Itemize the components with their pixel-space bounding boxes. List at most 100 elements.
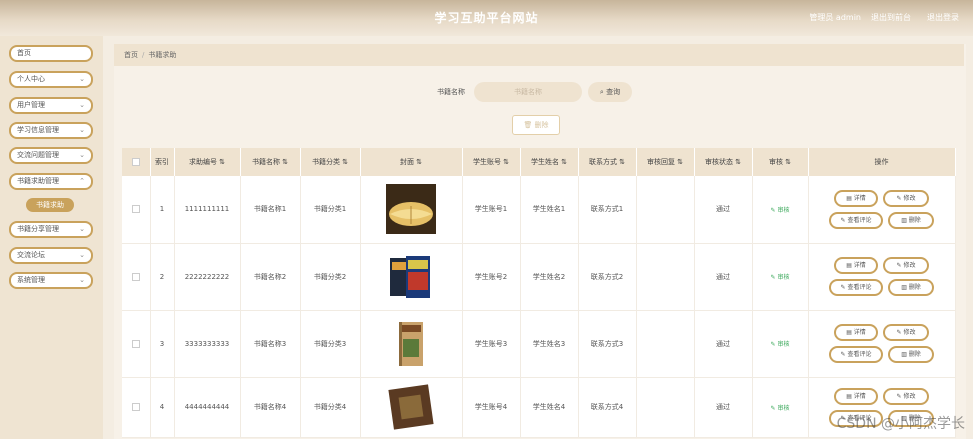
cell-account: 学生账号1 <box>462 176 521 244</box>
book-cover-image[interactable] <box>386 251 436 302</box>
top-bar: 学习互助平台网站 管理员 admin 退出到前台 退出登录 <box>0 0 973 36</box>
row-checkbox[interactable] <box>131 403 140 411</box>
chevron-up-icon: ⌃ <box>79 177 85 185</box>
search-input[interactable] <box>474 82 582 102</box>
cell-reply <box>636 176 695 244</box>
sidebar-item-forum[interactable]: 交流论坛 ⌄ <box>9 247 93 264</box>
cell-index: 3 <box>150 310 175 378</box>
cell-book-name: 书籍名称4 <box>240 377 301 438</box>
batch-delete-button[interactable]: 🗑 删除 <box>512 115 560 135</box>
audit-link[interactable]: ✎ 审核 <box>771 207 790 214</box>
view-comments-button[interactable]: ✎ 查看评论 <box>829 211 883 229</box>
header-audit[interactable]: 审核 ⇅ <box>752 148 809 176</box>
chevron-down-icon: ⌄ <box>79 101 85 109</box>
sidebar-item-system[interactable]: 系统管理 ⌄ <box>9 272 93 289</box>
delete-label: 删除 <box>908 351 921 358</box>
chevron-down-icon: ⌄ <box>79 251 85 259</box>
header-account[interactable]: 学生账号 ⇅ <box>462 148 521 176</box>
logout-link[interactable]: 退出登录 <box>927 12 959 23</box>
detail-label: 详情 <box>853 329 866 336</box>
delete-button[interactable]: ▥ 删除 <box>888 279 934 296</box>
audit-link[interactable]: ✎ 审核 <box>771 405 790 412</box>
book-cover-image[interactable] <box>386 318 436 369</box>
trash-icon: 🗑 <box>523 121 533 129</box>
search-row: 书籍名称 ⌕ 查询 <box>114 82 964 102</box>
delete-button[interactable]: ▥ 删除 <box>888 346 934 363</box>
sidebar-item-label: 首页 <box>17 49 31 57</box>
detail-icon: ▤ <box>846 329 852 336</box>
delete-button[interactable]: ▥ 删除 <box>888 211 934 229</box>
cell-cover <box>360 243 463 311</box>
cell-audit: ✎ 审核 <box>752 310 809 378</box>
header-actions: 操作 <box>808 148 956 176</box>
cell-code: 4444444444 <box>174 377 241 438</box>
cell-code: 2222222222 <box>174 243 241 311</box>
cell-category: 书籍分类4 <box>300 377 361 438</box>
trash-icon: ▥ <box>901 216 907 224</box>
watermark: CSDN @小阿杰学长 <box>836 416 965 432</box>
edit-button[interactable]: ✎ 修改 <box>883 387 929 405</box>
cell-actions: ▤ 详情 ✎ 修改 ✎ 查看评论 ▥ 删除 <box>808 176 956 244</box>
header-status[interactable]: 审核状态 ⇅ <box>694 148 753 176</box>
sidebar-item-users[interactable]: 用户管理 ⌄ <box>9 97 93 114</box>
cell-student: 学生姓名3 <box>520 310 579 378</box>
audit-link[interactable]: ✎ 审核 <box>771 274 790 281</box>
breadcrumb-home[interactable]: 首页 <box>124 51 138 59</box>
view-comments-label: 查看评论 <box>847 351 872 358</box>
sidebar-item-label: 书籍求助管理 <box>17 177 59 185</box>
chevron-down-icon: ⌄ <box>79 276 85 284</box>
search-icon: ⌕ <box>599 88 604 96</box>
edit-button[interactable]: ✎ 修改 <box>883 257 929 274</box>
sidebar-item-book-share[interactable]: 书籍分享管理 ⌄ <box>9 221 93 238</box>
header-contact-label: 联系方式 <box>588 158 617 166</box>
row-checkbox[interactable] <box>131 339 140 348</box>
sidebar-item-book-help[interactable]: 书籍求助管理 ⌃ <box>9 173 93 190</box>
search-button-label: 查询 <box>606 88 621 96</box>
header-cover[interactable]: 封面 ⇅ <box>360 148 463 176</box>
row-select-cell <box>122 243 151 311</box>
view-comments-button[interactable]: ✎ 查看评论 <box>829 346 883 363</box>
cell-code: 3333333333 <box>174 310 241 378</box>
sidebar-item-study-info[interactable]: 学习信息管理 ⌄ <box>9 122 93 139</box>
header-status-label: 审核状态 <box>704 158 733 166</box>
back-to-frontend-link[interactable]: 退出到前台 <box>871 12 911 23</box>
select-all-header[interactable] <box>122 148 151 176</box>
edit-button[interactable]: ✎ 修改 <box>883 324 929 341</box>
header-contact[interactable]: 联系方式 ⇅ <box>578 148 637 176</box>
sidebar-subitem-book-help[interactable]: 书籍求助 <box>26 198 74 212</box>
sidebar-item-profile[interactable]: 个人中心 ⌄ <box>9 71 93 88</box>
view-comments-button[interactable]: ✎ 查看评论 <box>829 279 883 296</box>
audit-link[interactable]: ✎ 审核 <box>771 341 790 348</box>
cell-category: 书籍分类3 <box>300 310 361 378</box>
detail-button[interactable]: ▤ 详情 <box>834 324 878 341</box>
book-help-table: 索引 求助编号 ⇅ 书籍名称 ⇅ 书籍分类 ⇅ 封面 ⇅ 学生账号 ⇅ 学生姓名… <box>122 148 956 438</box>
detail-button[interactable]: ▤ 详情 <box>834 189 878 207</box>
edit-label: 修改 <box>903 194 916 202</box>
edit-label: 修改 <box>903 262 916 269</box>
cell-cover <box>360 176 463 244</box>
header-student[interactable]: 学生姓名 ⇅ <box>520 148 579 176</box>
sidebar-item-questions[interactable]: 交流问题管理 ⌄ <box>9 147 93 164</box>
cell-cover <box>360 310 463 378</box>
header-reply[interactable]: 审核回复 ⇅ <box>636 148 695 176</box>
sidebar-item-home[interactable]: 首页 <box>9 45 93 62</box>
header-category[interactable]: 书籍分类 ⇅ <box>300 148 361 176</box>
header-account-label: 学生账号 <box>472 158 501 166</box>
sidebar-item-label: 交流论坛 <box>17 251 45 259</box>
cell-contact: 联系方式3 <box>578 310 637 378</box>
search-button[interactable]: ⌕ 查询 <box>588 82 632 102</box>
edit-button[interactable]: ✎ 修改 <box>883 189 929 207</box>
edit-label: 修改 <box>903 329 916 336</box>
book-cover-image[interactable] <box>386 382 436 432</box>
view-comments-label: 查看评论 <box>847 216 872 224</box>
row-checkbox[interactable] <box>131 205 140 214</box>
detail-button[interactable]: ▤ 详情 <box>834 387 878 405</box>
book-cover-image[interactable] <box>386 184 436 235</box>
main-content: 首页 /书籍求助 书籍名称 ⌕ 查询 🗑 删除 索引 求助编号 ⇅ 书籍名称 ⇅ … <box>114 44 966 439</box>
select-all-checkbox[interactable] <box>131 158 140 166</box>
row-select-cell <box>122 310 151 378</box>
header-book-name[interactable]: 书籍名称 ⇅ <box>240 148 301 176</box>
detail-button[interactable]: ▤ 详情 <box>834 257 878 274</box>
row-checkbox[interactable] <box>131 272 140 281</box>
header-code[interactable]: 求助编号 ⇅ <box>174 148 241 176</box>
